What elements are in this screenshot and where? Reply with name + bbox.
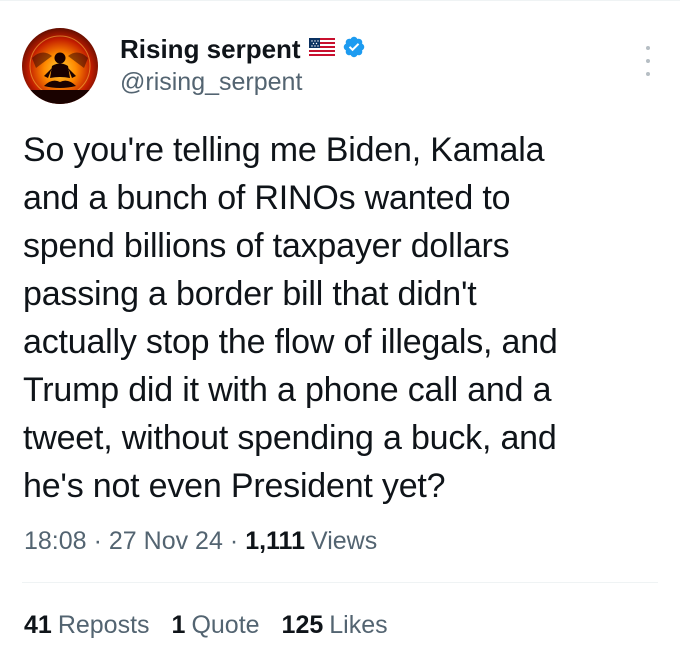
reposts-count: 41 <box>24 611 52 639</box>
meditating-figure-icon <box>22 35 98 104</box>
likes-link[interactable]: 125 Likes <box>282 611 388 640</box>
reposts-label: Reposts <box>57 611 150 639</box>
avatar[interactable] <box>22 28 98 104</box>
more-options-button[interactable] <box>640 46 656 76</box>
tweet-meta: 18:08 · 27 Nov 24 · 1,111 Views <box>24 527 377 556</box>
us-flag-icon <box>308 37 335 61</box>
display-name[interactable]: Rising serpent <box>120 34 301 65</box>
name-row: Rising serpent <box>120 32 366 66</box>
top-border <box>0 0 680 1</box>
more-vertical-icon-dot <box>646 46 650 50</box>
tweet-text: So you're telling me Biden, Kamala and a… <box>23 131 558 505</box>
views-count[interactable]: 1,111 <box>245 527 305 556</box>
divider <box>22 582 658 583</box>
tweet-time[interactable]: 18:08 <box>24 527 87 556</box>
meta-separator: · <box>229 527 239 555</box>
likes-label: Likes <box>329 611 388 639</box>
tweet-header: Rising serpent @rising_serpent <box>120 32 366 97</box>
more-vertical-icon-dot <box>646 72 650 76</box>
meta-separator: · <box>93 527 102 555</box>
likes-count: 125 <box>281 611 324 639</box>
verified-badge-icon[interactable] <box>342 35 366 64</box>
engagement-stats: 41 Reposts 1 Quote 125 Likes <box>24 611 410 640</box>
more-vertical-icon-dot <box>646 59 650 63</box>
quotes-count: 1 <box>171 611 186 639</box>
quotes-label: Quote <box>191 611 260 639</box>
views-label[interactable]: Views <box>311 527 377 556</box>
user-handle[interactable]: @rising_serpent <box>120 68 366 97</box>
reposts-link[interactable]: 41 Reposts <box>24 611 150 640</box>
quotes-link[interactable]: 1 Quote <box>172 611 260 640</box>
tweet-date[interactable]: 27 Nov 24 <box>109 527 223 556</box>
